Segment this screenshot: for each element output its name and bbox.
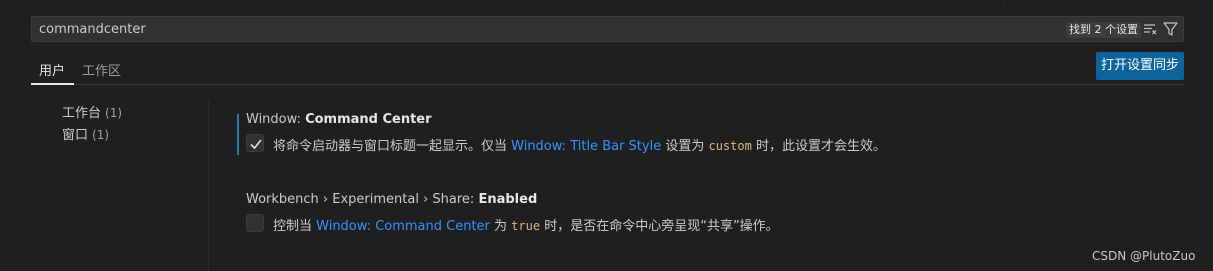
clear-filter-icon[interactable] — [1143, 22, 1157, 36]
desc-text: 为 — [489, 219, 512, 234]
setting-category: Workbench › Experimental › Share: — [246, 192, 479, 207]
toc-item-label: 窗口 — [62, 128, 89, 143]
tab-workspace[interactable]: 工作区 — [82, 60, 121, 79]
desc-text: 设置为 — [661, 139, 709, 154]
setting-window-command-center: Window: Command Center 将命令启动器与窗口标题一起显示。仅… — [237, 112, 1187, 156]
toc-item-count: (1) — [105, 106, 123, 120]
top-strip — [0, 0, 1213, 14]
setting-title: Workbench › Experimental › Share: Enable… — [246, 192, 537, 207]
toc-item-count: (1) — [92, 128, 110, 142]
setting-link[interactable]: Window: Title Bar Style — [511, 139, 661, 154]
tab-user[interactable]: 用户 — [39, 60, 65, 79]
setting-title: Window: Command Center — [246, 112, 432, 127]
desc-text: 时，是否在命令中心旁呈现“共享”操作。 — [540, 219, 779, 234]
result-count-badge: 找到 2 个设置 — [1066, 22, 1141, 38]
setting-description: 将命令启动器与窗口标题一起显示。仅当 Window: Title Bar Sty… — [273, 135, 886, 154]
desc-code: true — [511, 219, 541, 233]
setting-checkbox[interactable] — [246, 214, 264, 232]
setting-checkbox[interactable] — [246, 134, 264, 152]
setting-share-enabled: Workbench › Experimental › Share: Enable… — [237, 192, 1187, 236]
desc-text: 将命令启动器与窗口标题一起显示。仅当 — [273, 139, 512, 154]
filter-icon[interactable] — [1163, 21, 1178, 37]
active-tab-indicator — [31, 83, 74, 85]
top-divider — [1004, 0, 1005, 4]
checkmark-icon — [250, 139, 262, 150]
focus-indicator — [237, 114, 239, 155]
tab-divider — [31, 84, 1184, 85]
turn-on-settings-sync-button[interactable]: 打开设置同步 — [1096, 52, 1184, 80]
setting-link[interactable]: Window: Command Center — [316, 219, 490, 234]
settings-search-box[interactable]: 找到 2 个设置 — [31, 16, 1184, 42]
setting-name: Command Center — [305, 112, 432, 127]
setting-name: Enabled — [478, 192, 538, 207]
toc-item-workbench[interactable]: 工作台 (1) — [62, 102, 122, 121]
settings-search-input[interactable] — [39, 20, 939, 38]
setting-category: Window: — [246, 112, 306, 127]
toc-separator — [208, 100, 209, 271]
desc-text: 时，此设置才会生效。 — [751, 139, 886, 154]
setting-description: 控制当 Window: Command Center 为 true 时，是否在命… — [273, 215, 779, 234]
desc-code: custom — [708, 139, 752, 153]
toc-item-window[interactable]: 窗口 (1) — [62, 124, 109, 143]
desc-text: 控制当 — [273, 219, 317, 234]
watermark: CSDN @PlutoZuo — [1092, 249, 1196, 263]
toc-item-label: 工作台 — [62, 106, 102, 121]
